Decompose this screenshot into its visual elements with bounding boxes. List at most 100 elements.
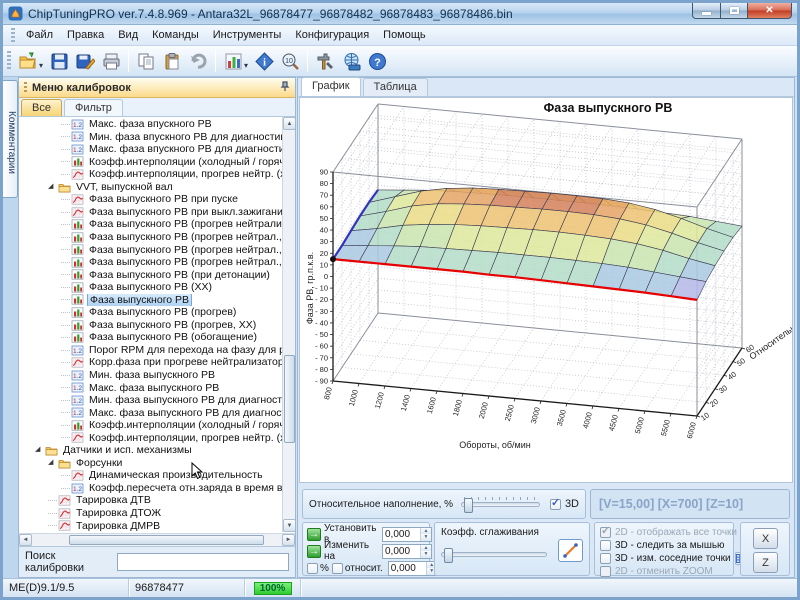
tree-item[interactable]: Коэфф.интерполяции, прогрев нейтр. (холо… [19, 168, 282, 181]
calibration-tab-фильтр[interactable]: Фильтр [64, 99, 123, 116]
graph-tab-таблица[interactable]: Таблица [363, 78, 428, 96]
tree-item[interactable]: Фаза выпускного РВ при выкл.зажигания [19, 206, 282, 219]
open-file-button[interactable] [15, 48, 41, 74]
paste-button[interactable] [159, 48, 185, 74]
copy-button[interactable] [133, 48, 159, 74]
tree-item[interactable]: Коэфф.интерполяции (холодный / горячий ) [19, 156, 282, 169]
option-label: 3D - изм. соседние точки [615, 553, 731, 564]
tree-item[interactable]: Коэфф.интерполяции, прогрев нейтр. (холо… [19, 432, 282, 445]
maximize-button[interactable] [721, 2, 748, 19]
tree-item[interactable]: Тарировка ДМРВ [19, 520, 282, 533]
checkbox-3d-label: 3D [565, 498, 579, 510]
scroll-left-icon[interactable]: ◄ [19, 534, 32, 546]
tree-item[interactable]: 1.2Мин. фаза выпускного РВ для диагности… [19, 394, 282, 407]
tree-folder[interactable]: ◢Форсунки [19, 457, 282, 470]
svg-text:2000: 2000 [477, 401, 490, 419]
help-button[interactable]: ? [364, 48, 390, 74]
tree-item[interactable]: Корр.фаза при прогреве нейтрализатора [19, 356, 282, 369]
z-axis-button[interactable]: Z [753, 552, 778, 573]
tree-item[interactable]: Тарировка ДТВ [19, 494, 282, 507]
menu-инструменты[interactable]: Инструменты [206, 27, 289, 43]
chart-view-button[interactable] [220, 48, 246, 74]
chart-view-dropdown-icon[interactable]: ▾ [244, 61, 248, 70]
tree-folder[interactable]: ◢VVT, выпускной вал [19, 181, 282, 194]
tree-item[interactable]: 1.2Макс. фаза выпускного РВ [19, 381, 282, 394]
scroll-down-icon[interactable]: ▼ [283, 519, 295, 532]
option-checkbox-2[interactable] [600, 553, 611, 564]
tree-item[interactable]: Коэфф.интерполяции (холодный / горячий ) [19, 419, 282, 432]
tree-item-label: Макс. фаза впускного РВ для диагностики [87, 143, 282, 155]
expander-icon[interactable]: ◢ [48, 457, 58, 469]
tree-item[interactable]: Фаза выпускного РВ (ХХ) [19, 281, 282, 294]
interpolate-button[interactable] [558, 539, 583, 562]
tree-item[interactable]: 1.2Макс. фаза впускного РВ для диагности… [19, 143, 282, 156]
change-value-spinner[interactable]: 0,000 ▲▼ [382, 544, 432, 559]
tree-item[interactable]: 1.2Макс. фаза впускного РВ [19, 118, 282, 131]
menu-конфигурация[interactable]: Конфигурация [288, 27, 376, 43]
save-as-button[interactable] [72, 48, 98, 74]
save-button[interactable] [46, 48, 72, 74]
relative-checkbox[interactable] [332, 563, 343, 574]
menu-вид[interactable]: Вид [111, 27, 145, 43]
tree-vertical-scrollbar[interactable]: ▲ ▼ [282, 117, 295, 532]
tree-item[interactable]: Динамическая производительность [19, 469, 282, 482]
tree-item[interactable]: Фаза выпускного РВ (при детонации) [19, 269, 282, 282]
print-button[interactable] [98, 48, 124, 74]
pin-icon[interactable] [280, 81, 290, 95]
network-button[interactable] [338, 48, 364, 74]
menu-правка[interactable]: Правка [60, 27, 111, 43]
tree-item[interactable]: Фаза выпускного РВ (прогрев, ХХ) [19, 319, 282, 332]
horizontal-scroll-thumb[interactable] [69, 535, 264, 545]
undo-button[interactable] [185, 48, 211, 74]
graph-tab-график[interactable]: График [301, 77, 361, 96]
info-button[interactable]: i [251, 48, 277, 74]
tree-item-label: Фаза выпускного РВ [87, 294, 192, 307]
expander-icon[interactable]: ◢ [48, 181, 58, 193]
set-apply-icon[interactable]: → [307, 528, 321, 541]
search-input[interactable] [117, 553, 289, 571]
menu-помощь[interactable]: Помощь [376, 27, 433, 43]
tree-item[interactable]: Фаза выпускного РВ при пуске [19, 193, 282, 206]
chart-area[interactable]: - 90- 80- 70- 60- 50- 40- 30- 20- 100102… [299, 97, 793, 483]
minimize-button[interactable] [692, 2, 721, 19]
tree-item[interactable]: 1.2Коэфф.пересчета отн.заряда в время вп… [19, 482, 282, 495]
expander-icon[interactable]: ◢ [35, 444, 45, 456]
comments-dock-tab[interactable]: Комментарии [3, 80, 18, 198]
close-button[interactable]: ✕ [748, 2, 792, 19]
scroll-up-icon[interactable]: ▲ [283, 117, 295, 130]
checkbox-3d[interactable] [550, 499, 561, 510]
tree-item[interactable]: Фаза выпускного РВ [19, 294, 282, 307]
tree-item[interactable]: 1.2Мин. фаза выпускного РВ [19, 369, 282, 382]
tree-folder[interactable]: ◢Датчики и исп. механизмы [19, 444, 282, 457]
scroll-right-icon[interactable]: ► [282, 534, 295, 546]
zoom-10-button[interactable]: 10 [277, 48, 303, 74]
tree-item[interactable]: Тарировка ДТОЖ [19, 507, 282, 520]
toolbar-separator [215, 50, 216, 72]
tree-item[interactable]: 1.2Порог RPM для перехода на фазу для ре… [19, 344, 282, 357]
tree-item[interactable]: Фаза выпускного РВ (прогрев нейтрализато… [19, 218, 282, 231]
tree-item[interactable]: 1.2Мин. фаза впускного РВ для диагностик… [19, 131, 282, 144]
x-axis-button[interactable]: X [753, 528, 778, 549]
folder-icon [58, 457, 71, 469]
change-apply-icon[interactable]: → [307, 545, 321, 558]
percent-checkbox[interactable] [307, 563, 318, 574]
set-value-spinner[interactable]: 0,000 ▲▼ [382, 527, 432, 542]
tools-button[interactable] [312, 48, 338, 74]
calibration-tab-все[interactable]: Все [21, 99, 62, 116]
tree-item[interactable]: Фаза выпускного РВ (прогрев нейтрал., хо… [19, 231, 282, 244]
option-checkbox-1[interactable] [600, 540, 611, 551]
tree-item[interactable]: Фаза выпускного РВ (обогащение) [19, 331, 282, 344]
tree-item[interactable]: Фаза выпускного РВ (прогрев) [19, 306, 282, 319]
smoothing-slider[interactable] [441, 552, 547, 557]
menu-команды[interactable]: Команды [145, 27, 206, 43]
menu-файл[interactable]: Файл [19, 27, 60, 43]
fill-slider[interactable] [461, 502, 540, 507]
tree-horizontal-scrollbar[interactable]: ◄ ► [19, 533, 295, 546]
relative-value-spinner[interactable]: 0,000 ▲▼ [388, 561, 438, 576]
open-file-dropdown-icon[interactable]: ▾ [39, 61, 43, 70]
title-bar[interactable]: ChipTuningPRO ver.7.4.8.969 - Antara32L_… [3, 3, 797, 25]
tree-item[interactable]: Фаза выпускного РВ (прогрев нейтрал., ХХ… [19, 256, 282, 269]
tree-item[interactable]: 1.2Макс. фаза выпускного РВ для диагност… [19, 407, 282, 420]
tree-item[interactable]: Фаза выпускного РВ (прогрев нейтрал., ХХ… [19, 243, 282, 256]
vertical-scroll-thumb[interactable] [284, 355, 295, 443]
